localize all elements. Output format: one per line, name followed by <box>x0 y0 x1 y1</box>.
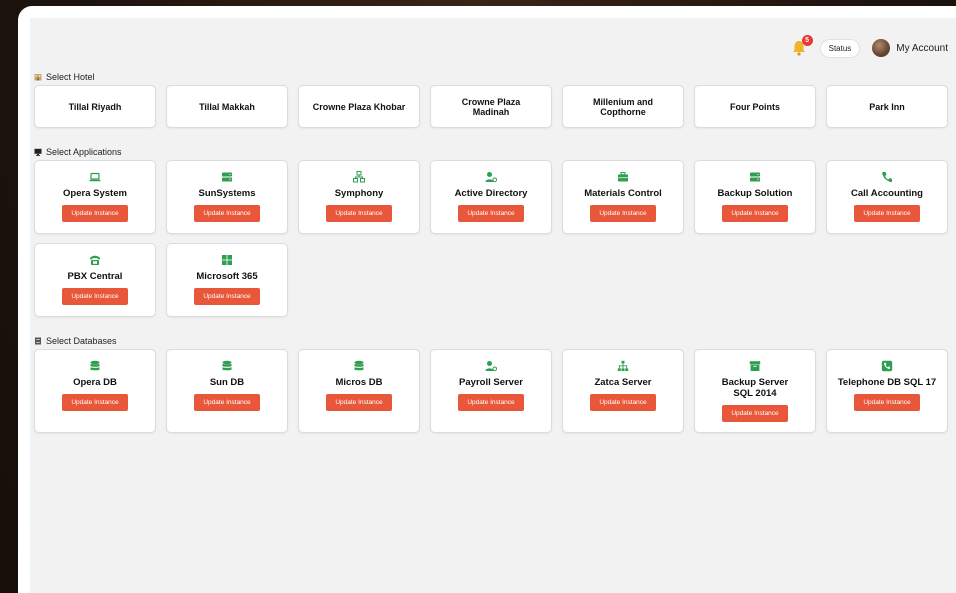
server-icon <box>750 172 760 182</box>
database-name: Micros DB <box>335 377 383 388</box>
hotel-card-tillal-riyadh[interactable]: Tillal Riyadh <box>34 85 156 128</box>
hotel-card-crowne-plaza-madinah[interactable]: Crowne Plaza Madinah <box>430 85 552 128</box>
application-name: Opera System <box>63 188 127 199</box>
top-bar: 5 Status My Account <box>790 35 948 60</box>
database-icon <box>222 360 232 371</box>
application-name: SunSystems <box>198 188 256 199</box>
notifications-button[interactable]: 5 <box>790 35 813 57</box>
application-card-microsoft-365[interactable]: Microsoft 365 Update Instance <box>166 243 288 317</box>
laptop-icon <box>89 172 101 182</box>
windows-icon <box>222 255 232 265</box>
avatar <box>872 39 891 57</box>
hotel-name: Crowne Plaza Madinah <box>461 96 521 117</box>
database-card-payroll-server[interactable]: Payroll Server Update Instance <box>430 349 552 433</box>
application-name: Symphony <box>334 188 384 199</box>
application-card-opera-system[interactable]: Opera System Update Instance <box>34 160 156 234</box>
hotel-name: Millenium and Copthorne <box>592 96 653 117</box>
application-card-active-directory[interactable]: Active Directory Update Instance <box>430 160 552 234</box>
database-name: Backup Server SQL 2014 <box>721 377 789 399</box>
database-name: Opera DB <box>73 377 117 388</box>
hotel-name: Crowne Plaza Khobar <box>312 101 406 112</box>
hotel-name: Tillal Makkah <box>199 101 255 112</box>
hotel-name: Tillal Riyadh <box>68 101 122 112</box>
application-card-pbx-central[interactable]: PBX Central Update Instance <box>34 243 156 317</box>
database-icon <box>354 360 364 371</box>
database-name: Sun DB <box>209 377 245 388</box>
database-name: Telephone DB SQL 17 <box>837 377 937 388</box>
update-instance-button[interactable]: Update Instance <box>590 394 656 411</box>
database-icon <box>90 360 100 371</box>
database-card-opera-db[interactable]: Opera DB Update Instance <box>34 349 156 433</box>
notification-count-badge: 5 <box>801 35 813 46</box>
network-icon <box>353 171 365 183</box>
application-name: Active Directory <box>454 188 528 199</box>
hotel-card-crowne-plaza-khobar[interactable]: Crowne Plaza Khobar <box>298 85 420 128</box>
update-instance-button[interactable]: Update Instance <box>722 405 788 422</box>
application-name: PBX Central <box>67 271 123 282</box>
database-card-zatca-server[interactable]: Zatca Server Update Instance <box>562 349 684 433</box>
database-card-telephone-db-sql-17[interactable]: Telephone DB SQL 17 Update Instance <box>826 349 948 433</box>
update-instance-button[interactable]: Update Instance <box>458 205 524 222</box>
hotel-card-four-points[interactable]: Four Points <box>694 85 816 128</box>
hotel-icon <box>34 74 42 81</box>
update-instance-button[interactable]: Update Instance <box>62 394 128 411</box>
select-hotel-heading: Select Hotel <box>34 72 95 82</box>
update-instance-button[interactable]: Update Instance <box>326 394 392 411</box>
hotel-name: Park Inn <box>869 101 905 112</box>
user-gear-icon <box>485 172 497 183</box>
update-instance-button[interactable]: Update Instance <box>62 205 128 222</box>
hotel-card-millenium-copthorne[interactable]: Millenium and Copthorne <box>562 85 684 128</box>
monitor-icon <box>34 148 42 156</box>
hotel-card-park-inn[interactable]: Park Inn <box>826 85 948 128</box>
update-instance-button[interactable]: Update Instance <box>62 288 128 305</box>
section-title: Select Applications <box>46 147 122 157</box>
application-card-materials-control[interactable]: Materials Control Update Instance <box>562 160 684 234</box>
update-instance-button[interactable]: Update Instance <box>854 205 920 222</box>
sitemap-icon <box>617 360 629 371</box>
update-instance-button[interactable]: Update Instance <box>194 205 260 222</box>
application-name: Backup Solution <box>717 188 793 199</box>
database-card-micros-db[interactable]: Micros DB Update Instance <box>298 349 420 433</box>
hotel-name: Four Points <box>730 101 780 112</box>
phone-square-icon <box>881 360 893 372</box>
section-title: Select Hotel <box>46 72 95 82</box>
application-card-sunsystems[interactable]: SunSystems Update Instance <box>166 160 288 234</box>
briefcase-icon <box>618 172 628 182</box>
status-button[interactable]: Status <box>819 38 861 58</box>
database-card-sun-db[interactable]: Sun DB Update Instance <box>166 349 288 433</box>
archive-icon <box>749 361 761 371</box>
update-instance-button[interactable]: Update Instance <box>194 394 260 411</box>
update-instance-button[interactable]: Update Instance <box>458 394 524 411</box>
application-name: Materials Control <box>584 188 662 199</box>
database-card-backup-server-sql-2014[interactable]: Backup Server SQL 2014 Update Instance <box>694 349 816 433</box>
phone-icon <box>882 172 892 183</box>
account-label: My Account <box>896 42 948 54</box>
update-instance-button[interactable]: Update Instance <box>722 205 788 222</box>
my-account-menu[interactable]: My Account <box>872 39 948 57</box>
application-name: Call Accounting <box>851 188 923 199</box>
update-instance-button[interactable]: Update Instance <box>194 288 260 305</box>
dashboard-app: 5 Status My Account Select Hotel Tillal … <box>30 18 956 593</box>
fax-icon <box>90 255 100 265</box>
section-title: Select Databases <box>46 336 117 346</box>
update-instance-button[interactable]: Update Instance <box>590 205 656 222</box>
database-name: Payroll Server <box>459 377 523 388</box>
server-icon <box>222 172 232 182</box>
update-instance-button[interactable]: Update Instance <box>326 205 392 222</box>
select-databases-heading: Select Databases <box>34 336 117 346</box>
application-name: Microsoft 365 <box>196 271 258 282</box>
application-card-symphony[interactable]: Symphony Update Instance <box>298 160 420 234</box>
application-card-call-accounting[interactable]: Call Accounting Update Instance <box>826 160 948 234</box>
update-instance-button[interactable]: Update Instance <box>854 394 920 411</box>
user-gear-icon <box>485 361 497 372</box>
application-card-backup-solution[interactable]: Backup Solution Update Instance <box>694 160 816 234</box>
hotel-card-tillal-makkah[interactable]: Tillal Makkah <box>166 85 288 128</box>
file-cabinet-icon <box>35 337 41 345</box>
select-applications-heading: Select Applications <box>34 147 122 157</box>
database-name: Zatca Server <box>594 377 652 388</box>
